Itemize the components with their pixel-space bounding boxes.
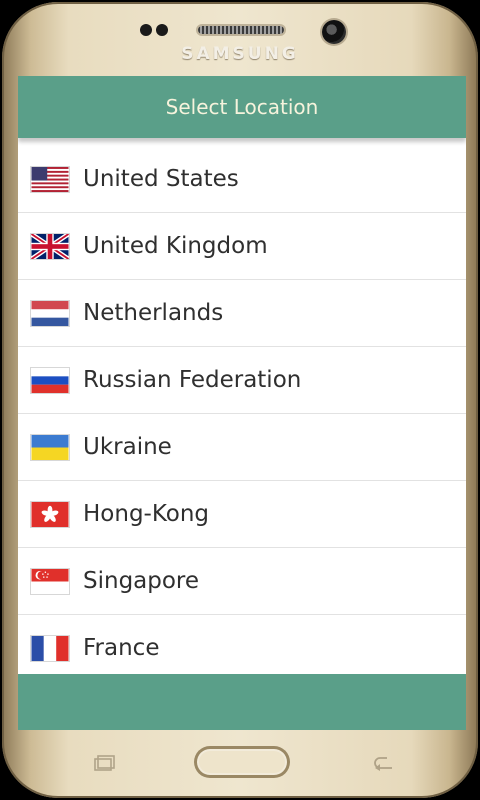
location-item-united-states[interactable]: United States bbox=[18, 146, 466, 213]
recent-apps-icon[interactable] bbox=[94, 755, 116, 771]
location-item-russian-federation[interactable]: Russian Federation bbox=[18, 347, 466, 414]
location-name: United Kingdom bbox=[83, 233, 268, 259]
location-item-france[interactable]: France bbox=[18, 615, 466, 682]
ru-flag-icon bbox=[30, 366, 70, 394]
sensor-dot bbox=[140, 24, 152, 36]
nl-flag-icon bbox=[30, 299, 70, 327]
back-icon[interactable] bbox=[372, 755, 394, 771]
location-name: United States bbox=[83, 166, 239, 192]
sg-flag-icon bbox=[30, 567, 70, 595]
location-name: France bbox=[83, 635, 160, 661]
location-name: Ukraine bbox=[83, 434, 172, 460]
location-item-hong-kong[interactable]: Hong-Kong bbox=[18, 481, 466, 548]
earpiece-speaker bbox=[198, 26, 284, 34]
footer-bar bbox=[18, 674, 466, 730]
page-title: Select Location bbox=[165, 95, 319, 119]
app-screen: Select Location United States United Kin… bbox=[18, 76, 466, 730]
hk-flag-icon bbox=[30, 500, 70, 528]
phone-frame: SAMSUNG Select Location United States Un… bbox=[2, 2, 478, 798]
location-name: Netherlands bbox=[83, 300, 224, 326]
home-button[interactable] bbox=[194, 746, 290, 778]
location-name: Russian Federation bbox=[83, 367, 302, 393]
location-name: Hong-Kong bbox=[83, 501, 210, 527]
ua-flag-icon bbox=[30, 433, 70, 461]
location-item-netherlands[interactable]: Netherlands bbox=[18, 280, 466, 347]
us-flag-icon bbox=[30, 165, 70, 193]
fr-flag-icon bbox=[30, 634, 70, 662]
hardware-nav bbox=[2, 732, 478, 798]
uk-flag-icon bbox=[30, 232, 70, 260]
location-name: Singapore bbox=[83, 568, 200, 594]
location-item-ukraine[interactable]: Ukraine bbox=[18, 414, 466, 481]
header-bar: Select Location bbox=[18, 76, 466, 138]
location-item-united-kingdom[interactable]: United Kingdom bbox=[18, 213, 466, 280]
location-list: United States United Kingdom Netherlands… bbox=[18, 146, 466, 682]
front-camera-icon bbox=[322, 20, 346, 44]
sensor-dots bbox=[140, 24, 168, 36]
location-item-singapore[interactable]: Singapore bbox=[18, 548, 466, 615]
device-brand: SAMSUNG bbox=[181, 44, 299, 64]
sensor-dot bbox=[156, 24, 168, 36]
